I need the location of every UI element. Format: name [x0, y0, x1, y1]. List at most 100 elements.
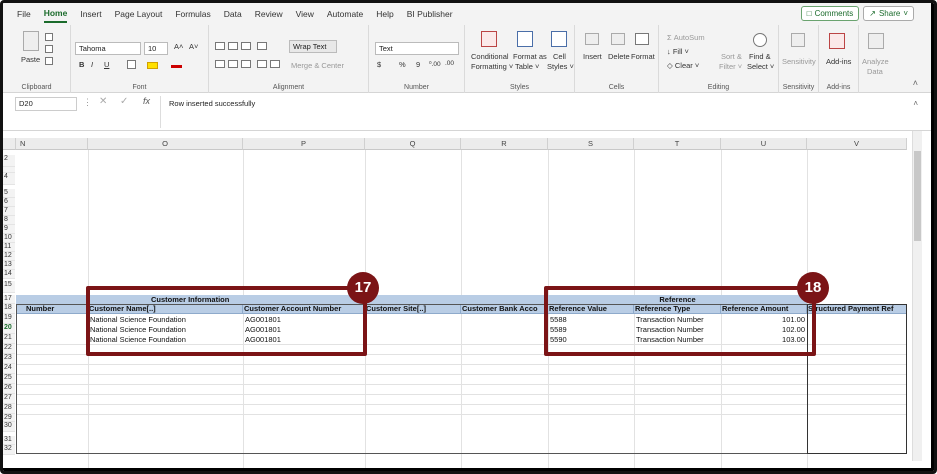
scrollbar-thumb[interactable] — [914, 151, 921, 241]
col-header-o[interactable]: O — [88, 138, 243, 150]
row-header[interactable]: 29 — [3, 414, 15, 422]
insert-cells-icon[interactable] — [585, 33, 599, 45]
align-right-icon[interactable] — [241, 60, 251, 68]
bold-button[interactable]: B — [79, 60, 84, 69]
copy-icon[interactable] — [45, 45, 53, 53]
name-box[interactable]: D20 — [15, 97, 77, 111]
tab-data[interactable]: Data — [224, 6, 242, 22]
col-header-s[interactable]: S — [548, 138, 634, 150]
format-cells-icon[interactable] — [635, 33, 649, 45]
wrap-text-button[interactable]: Wrap Text — [289, 40, 337, 53]
conditional-formatting-icon[interactable] — [481, 31, 497, 47]
grow-font-button[interactable]: A˄ — [174, 42, 183, 51]
tab-automate[interactable]: Automate — [327, 6, 363, 22]
row-header[interactable]: 22 — [3, 344, 15, 354]
format-as-table-button[interactable]: Format as — [513, 52, 547, 61]
collapse-ribbon-icon[interactable]: ˄ — [913, 78, 918, 88]
col-header-u[interactable]: U — [721, 138, 807, 150]
conditional-formatting-button[interactable]: Conditional — [471, 52, 509, 61]
chevron-up-icon[interactable]: ˄ — [913, 99, 918, 108]
sensitivity-icon[interactable] — [791, 33, 805, 47]
align-center-icon[interactable] — [228, 60, 238, 68]
select-all-corner[interactable] — [3, 138, 16, 150]
tab-file[interactable]: File — [17, 6, 31, 22]
row-header[interactable]: 32 — [3, 445, 15, 455]
fill-color-icon[interactable] — [147, 62, 158, 69]
share-button[interactable]: ↗ Share ˅ — [863, 6, 914, 21]
tab-review[interactable]: Review — [255, 6, 283, 22]
italic-button[interactable]: I — [91, 60, 93, 69]
addins-icon[interactable] — [829, 33, 845, 49]
col-header-q[interactable]: Q — [365, 138, 461, 150]
row-header[interactable]: 17 — [3, 295, 15, 304]
tab-page-layout[interactable]: Page Layout — [115, 6, 163, 22]
row-header[interactable]: 24 — [3, 364, 15, 374]
font-size-select[interactable]: 10 — [144, 42, 168, 55]
addins-button[interactable]: Add-ins — [826, 57, 851, 66]
insert-function-button[interactable]: fx — [143, 96, 150, 106]
vertical-scrollbar[interactable] — [912, 131, 922, 461]
delete-button[interactable]: Delete — [608, 52, 630, 61]
col-header-v[interactable]: V — [807, 138, 907, 150]
worksheet-grid[interactable]: N O P Q R S T U V 2 4 5 6 7 8 9 10 11 12… — [3, 131, 934, 471]
font-color-icon[interactable] — [171, 65, 182, 68]
increase-indent-icon[interactable] — [270, 60, 280, 68]
row-header[interactable]: 11 — [3, 243, 15, 252]
tab-formulas[interactable]: Formulas — [175, 6, 210, 22]
cut-icon[interactable] — [45, 33, 53, 41]
row-header[interactable]: 2 — [3, 155, 15, 167]
decrease-indent-icon[interactable] — [257, 60, 267, 68]
cancel-icon[interactable]: ✕ — [99, 96, 107, 107]
cell-styles-button[interactable]: Cell — [553, 52, 566, 61]
cell-styles-icon[interactable] — [551, 31, 567, 47]
find-select-button[interactable]: Find & — [749, 52, 771, 61]
search-icon[interactable] — [753, 33, 767, 47]
paste-button[interactable]: Paste — [21, 55, 40, 64]
row-header[interactable]: 9 — [3, 225, 15, 234]
font-name-select[interactable]: Tahoma — [75, 42, 141, 55]
row-header[interactable]: 10 — [3, 234, 15, 243]
increase-decimal-button[interactable]: ⁰.00 — [429, 60, 441, 68]
row-header[interactable]: 28 — [3, 404, 15, 414]
number-format-select[interactable]: Text — [375, 42, 459, 55]
row-header[interactable]: 7 — [3, 207, 15, 216]
row-header[interactable]: 18 — [3, 304, 15, 314]
formula-input[interactable]: Row inserted successfully — [160, 96, 910, 128]
row-header[interactable]: 31 — [3, 436, 15, 445]
align-middle-icon[interactable] — [228, 42, 238, 50]
row-header[interactable]: 6 — [3, 198, 15, 207]
format-painter-icon[interactable] — [45, 57, 53, 65]
row-header[interactable]: 8 — [3, 216, 15, 225]
insert-button[interactable]: Insert — [583, 52, 602, 61]
tab-bi-publisher[interactable]: BI Publisher — [407, 6, 453, 22]
row-header[interactable]: 4 — [3, 173, 15, 185]
analyze-data-icon[interactable] — [868, 33, 884, 49]
fill-button[interactable]: ↓ Fill ˅ — [667, 47, 689, 56]
row-header[interactable]: 13 — [3, 261, 15, 270]
delete-cells-icon[interactable] — [611, 33, 625, 45]
row-header[interactable]: 23 — [3, 354, 15, 364]
row-header[interactable]: 30 — [3, 422, 15, 432]
percent-button[interactable]: % — [399, 60, 406, 69]
tab-insert[interactable]: Insert — [80, 6, 101, 22]
row-header-selected[interactable]: 20 — [3, 324, 15, 334]
row-header[interactable]: 14 — [3, 270, 15, 279]
format-as-table-icon[interactable] — [517, 31, 533, 47]
sensitivity-button[interactable]: Sensitivity — [782, 57, 816, 66]
underline-button[interactable]: U — [104, 60, 109, 69]
currency-button[interactable]: $ — [377, 60, 381, 69]
col-header-r[interactable]: R — [461, 138, 548, 150]
col-header-p[interactable]: P — [243, 138, 365, 150]
tab-help[interactable]: Help — [376, 6, 393, 22]
borders-icon[interactable] — [127, 60, 136, 69]
row-header[interactable]: 19 — [3, 314, 15, 324]
decrease-decimal-button[interactable]: .00 — [445, 60, 454, 67]
tab-home[interactable]: Home — [43, 5, 68, 23]
row-header[interactable]: 12 — [3, 252, 15, 261]
align-bottom-icon[interactable] — [241, 42, 251, 50]
analyze-data-button[interactable]: Analyze — [862, 57, 889, 66]
row-header[interactable]: 25 — [3, 374, 15, 384]
shrink-font-button[interactable]: A˅ — [189, 42, 198, 51]
col-header-t[interactable]: T — [634, 138, 721, 150]
row-header[interactable]: 15 — [3, 281, 15, 293]
